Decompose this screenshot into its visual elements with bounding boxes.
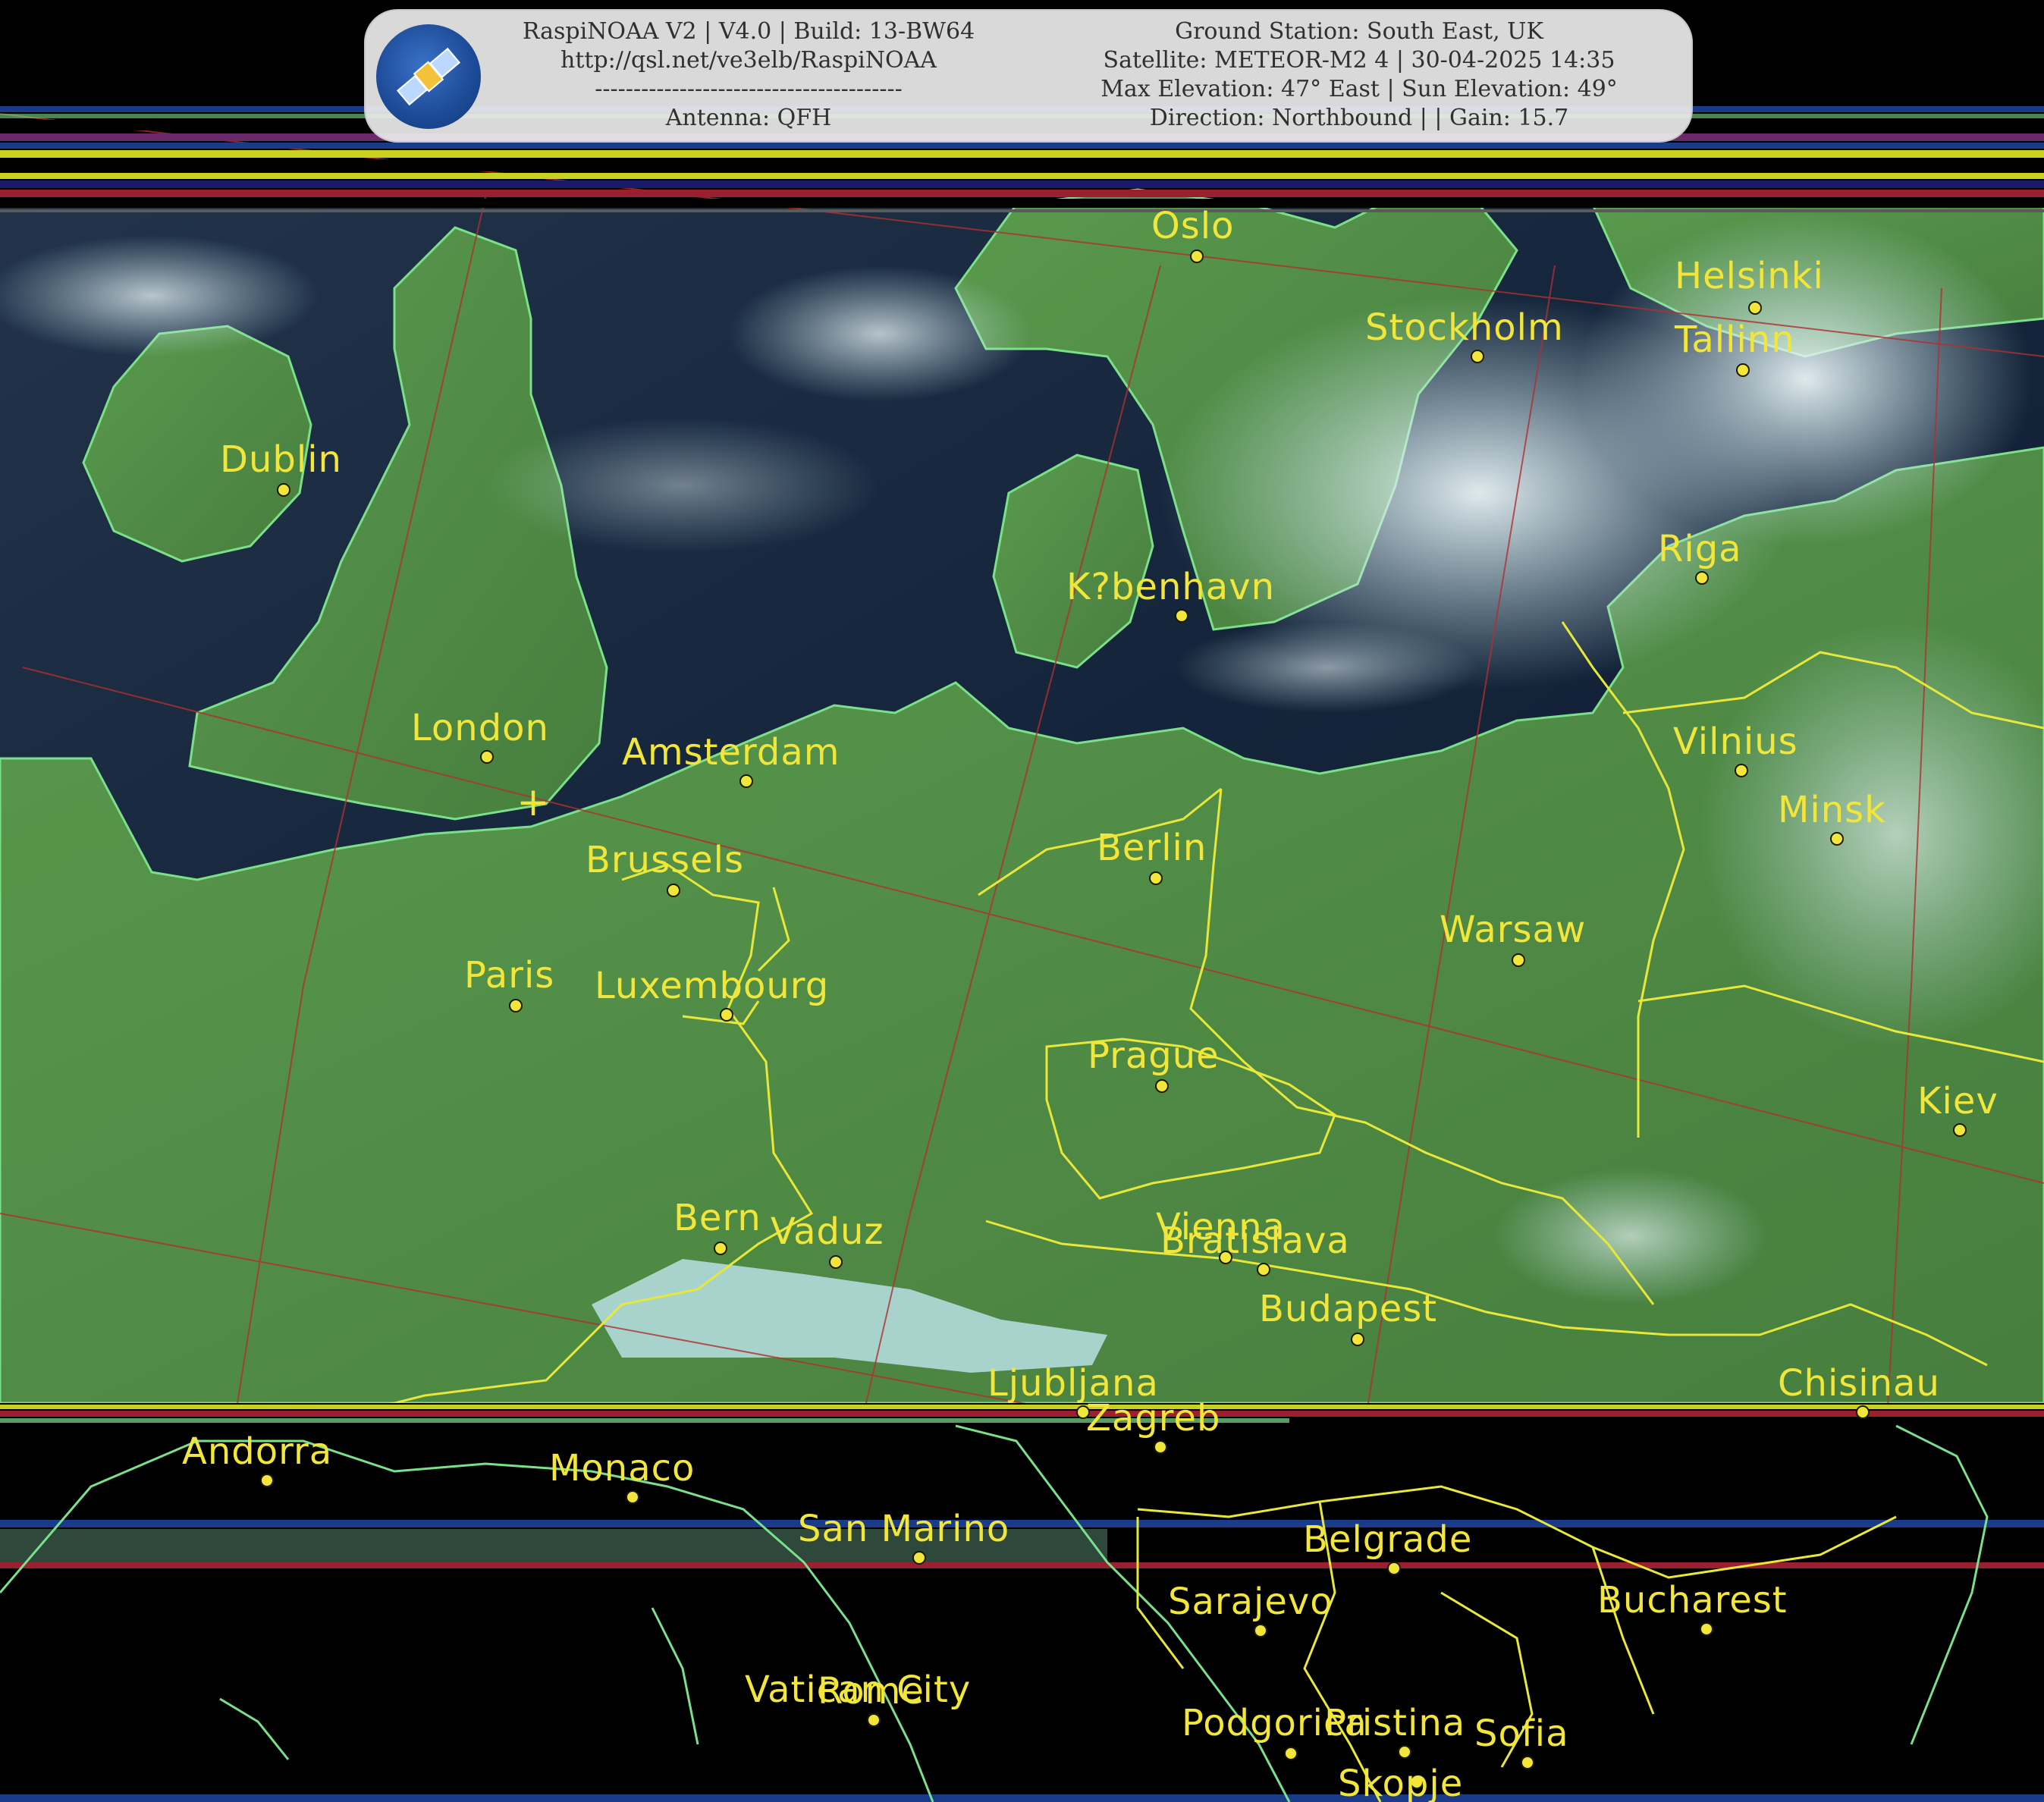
city-dot bbox=[1398, 1745, 1411, 1759]
city-dot bbox=[1154, 1440, 1167, 1454]
city-label: Bern bbox=[673, 1197, 761, 1239]
satellite-map: + Oslo Stockholm Helsinki Tallinn Dublin Riga… bbox=[0, 0, 2044, 1802]
ground-station-marker: + bbox=[516, 780, 550, 825]
city-label: Belgrade bbox=[1303, 1518, 1472, 1561]
city-label: Chisinau bbox=[1778, 1362, 1940, 1405]
city-dot bbox=[626, 1490, 639, 1504]
banner-url: http://qsl.net/ve3elb/RaspiNOAA bbox=[560, 47, 937, 74]
city-label: Prague bbox=[1088, 1034, 1220, 1077]
city-label: Sarajevo bbox=[1168, 1581, 1333, 1623]
city-dot bbox=[867, 1713, 881, 1727]
city-label: London bbox=[411, 707, 549, 749]
city-dot bbox=[1736, 363, 1750, 377]
city-dot bbox=[1351, 1333, 1364, 1346]
city-label: Paris bbox=[464, 954, 554, 997]
city-dot bbox=[1149, 871, 1163, 885]
city-dot bbox=[277, 483, 290, 497]
satellite-icon-graphic bbox=[396, 47, 461, 106]
city-label: Vilnius bbox=[1673, 720, 1798, 763]
banner-direction-gain: Direction: Northbound | | Gain: 15.7 bbox=[1149, 105, 1569, 131]
city-dot bbox=[509, 999, 523, 1012]
city-label: Andorra bbox=[182, 1430, 332, 1473]
satellite-icon bbox=[376, 24, 481, 129]
city-dot bbox=[1700, 1622, 1713, 1636]
city-dot bbox=[739, 774, 753, 788]
city-dot bbox=[829, 1255, 843, 1269]
city-label: Berlin bbox=[1097, 827, 1207, 869]
city-label: K?benhavn bbox=[1066, 566, 1275, 608]
city-label: Tallinn bbox=[1674, 319, 1795, 361]
city-dot bbox=[1175, 609, 1188, 623]
city-dot bbox=[1190, 250, 1204, 263]
city-label: Stockholm bbox=[1365, 306, 1564, 349]
city-dot bbox=[1748, 301, 1762, 315]
city-label: Riga bbox=[1658, 528, 1742, 570]
city-label: Rome bbox=[818, 1670, 925, 1713]
city-dot bbox=[720, 1008, 733, 1022]
city-label: Pristina bbox=[1324, 1702, 1465, 1744]
city-label: Amsterdam bbox=[622, 731, 840, 774]
city-dot bbox=[1155, 1079, 1169, 1093]
city-dot bbox=[1512, 953, 1525, 967]
city-dot bbox=[1387, 1562, 1401, 1575]
city-dot bbox=[480, 750, 494, 764]
city-label: Sofia bbox=[1474, 1713, 1568, 1755]
city-label: Luxembourg bbox=[595, 965, 829, 1007]
city-dot bbox=[260, 1474, 274, 1487]
city-dot bbox=[1254, 1624, 1267, 1637]
city-label: Helsinki bbox=[1675, 255, 1824, 297]
city-label: Kiev bbox=[1917, 1080, 1998, 1122]
info-banner: RaspiNOAA V2 | V4.0 | Build: 13-BW64 htt… bbox=[364, 9, 1693, 143]
city-label: Minsk bbox=[1778, 789, 1886, 831]
banner-elevation: Max Elevation: 47° East | Sun Elevation:… bbox=[1100, 76, 1618, 102]
city-dot bbox=[1257, 1263, 1270, 1276]
city-label: Brussels bbox=[586, 839, 744, 881]
city-label: Budapest bbox=[1259, 1288, 1437, 1330]
city-dot bbox=[1284, 1747, 1298, 1760]
city-dot bbox=[912, 1551, 926, 1565]
city-dot bbox=[1695, 571, 1709, 585]
banner-antenna: Antenna: QFH bbox=[665, 105, 832, 131]
city-label: Oslo bbox=[1151, 205, 1235, 247]
city-label: Zagreb bbox=[1086, 1397, 1220, 1439]
city-dot bbox=[1856, 1405, 1870, 1419]
city-label: San Marino bbox=[798, 1508, 1009, 1550]
banner-satellite: Satellite: METEOR-M2 4 | 30-04-2025 14:3… bbox=[1103, 47, 1615, 74]
city-label: Bucharest bbox=[1597, 1579, 1788, 1621]
city-label: Monaco bbox=[549, 1447, 695, 1490]
city-dot bbox=[1830, 832, 1844, 846]
city-dot bbox=[1521, 1756, 1534, 1769]
city-dot bbox=[714, 1242, 727, 1255]
city-label: Dublin bbox=[220, 438, 342, 481]
banner-ground-station: Ground Station: South East, UK bbox=[1175, 18, 1543, 45]
city-dot bbox=[1953, 1123, 1967, 1137]
city-dot bbox=[667, 884, 680, 897]
city-dot bbox=[1471, 350, 1484, 363]
city-label: Skopje bbox=[1338, 1763, 1463, 1802]
banner-app-version: RaspiNOAA V2 | V4.0 | Build: 13-BW64 bbox=[522, 18, 975, 45]
map-canvas: + Oslo Stockholm Helsinki Tallinn Dublin Riga… bbox=[0, 106, 2044, 1802]
city-dot bbox=[1735, 764, 1748, 777]
city-label: Bratislava bbox=[1160, 1220, 1350, 1262]
banner-divider: ---------------------------------------- bbox=[595, 76, 903, 102]
city-label: Warsaw bbox=[1440, 909, 1586, 951]
city-label: Vaduz bbox=[771, 1210, 884, 1253]
